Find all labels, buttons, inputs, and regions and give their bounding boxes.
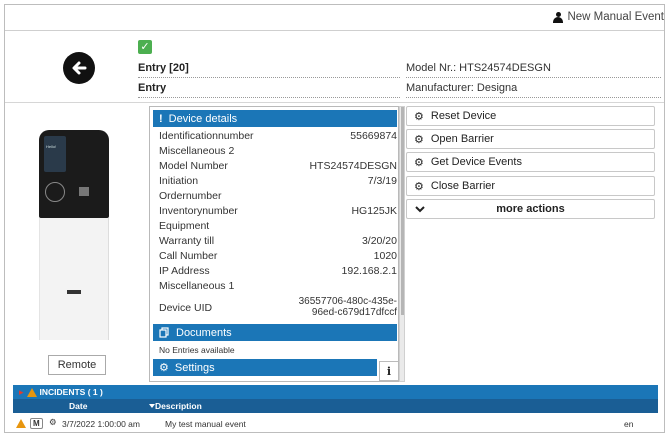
incidents-header[interactable]: ▸ INCIDENTS ( 1 ) [13, 385, 658, 399]
settings-header[interactable]: ⚙ Settings [153, 359, 377, 376]
gear-icon: ⚙ [414, 156, 424, 169]
device-screen: Hello! [44, 136, 66, 172]
status-check-icon: ✓ [138, 40, 152, 54]
header-divider [5, 102, 664, 103]
manufacturer-header: Manufacturer: Designa [406, 82, 661, 98]
close-barrier-button[interactable]: ⚙ Close Barrier [406, 176, 655, 196]
top-bar: New Manual Event [5, 5, 664, 31]
documents-empty-text: No Entries available [159, 345, 235, 355]
detail-row-uid: Device UID 36557706-480c-435e- 96ed-c679… [159, 296, 397, 318]
gear-icon: ⚙ [414, 180, 424, 193]
expand-icon: ▸ [19, 386, 24, 397]
reset-device-button[interactable]: ⚙ Reset Device [406, 106, 655, 126]
documents-header[interactable]: Documents [153, 324, 397, 341]
details-panel: ! Device details Identificationnumber 556… [149, 106, 399, 382]
entry-subtitle: Entry [138, 82, 400, 98]
device-details-header[interactable]: ! Device details [153, 110, 397, 127]
gear-icon: ⚙ [159, 362, 169, 374]
more-actions-button[interactable]: more actions [406, 199, 655, 219]
column-date[interactable]: Date [69, 401, 87, 411]
gear-icon: ⚙ [49, 417, 57, 427]
incident-language: en [624, 419, 634, 429]
details-scrollbar[interactable] [399, 106, 405, 382]
arrow-left-icon [72, 61, 87, 75]
device-reader-ring [45, 182, 65, 202]
device-uid-value: 36557706-480c-435e- 96ed-c679d17dfccf [298, 296, 397, 318]
incident-description: My test manual event [165, 419, 246, 429]
table-row[interactable]: M ⚙ 3/7/2022 1:00:00 am My test manual e… [13, 417, 658, 432]
entry-title: Entry [20] [138, 62, 400, 78]
device-column [39, 218, 109, 340]
gear-icon: ⚙ [414, 133, 424, 146]
column-description[interactable]: Description [155, 401, 202, 411]
device-image: Hello! [39, 130, 109, 340]
info-icon: ! [159, 112, 163, 125]
incidents-column-headers: Date Description [13, 399, 658, 413]
warning-icon [26, 387, 37, 397]
documents-icon [159, 327, 169, 338]
info-button[interactable]: i [379, 361, 398, 381]
person-icon [553, 11, 564, 23]
back-button[interactable] [63, 52, 95, 84]
manual-badge: M [30, 418, 43, 429]
chevron-down-icon [415, 206, 425, 213]
gear-icon: ⚙ [414, 110, 424, 123]
app-window: New Manual Event ✓ Entry [20] Entry Mode… [4, 4, 665, 433]
warning-icon [16, 419, 26, 428]
scrollbar-thumb[interactable] [401, 107, 404, 315]
model-number-header: Model Nr.: HTS24574DESGN [406, 62, 661, 78]
remote-button[interactable]: Remote [48, 355, 106, 375]
new-manual-event-link[interactable]: New Manual Event [553, 11, 664, 23]
open-barrier-button[interactable]: ⚙ Open Barrier [406, 129, 655, 149]
get-device-events-button[interactable]: ⚙ Get Device Events [406, 152, 655, 172]
device-head: Hello! [39, 130, 109, 218]
device-logo [67, 290, 81, 294]
incident-date: 3/7/2022 1:00:00 am [62, 419, 140, 429]
new-manual-event-label: New Manual Event [567, 11, 664, 23]
device-slot [79, 187, 89, 196]
